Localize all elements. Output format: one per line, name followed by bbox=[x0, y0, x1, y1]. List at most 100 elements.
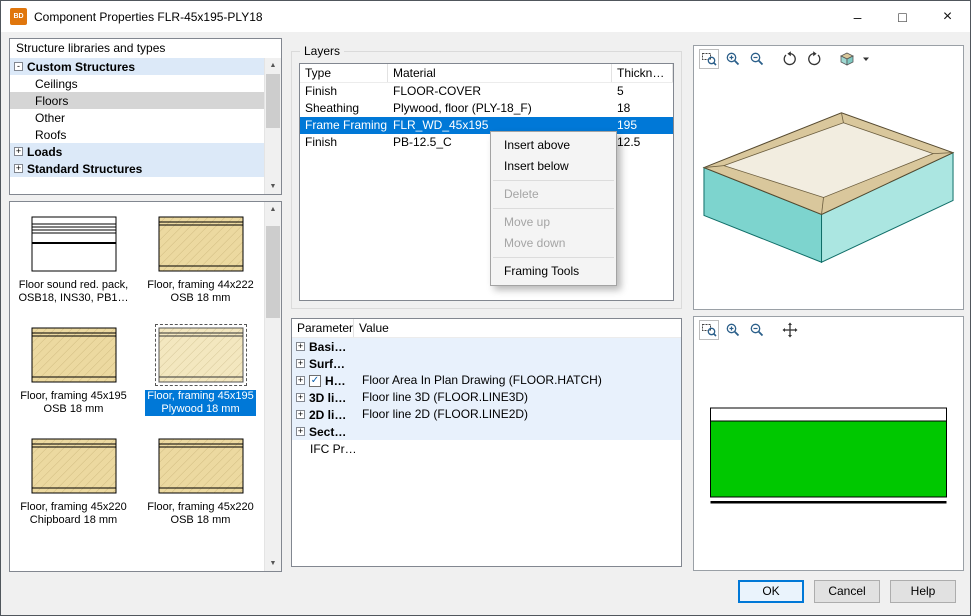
menu-item-move-up: Move up bbox=[491, 212, 616, 233]
zoom-in-icon[interactable] bbox=[723, 49, 743, 69]
checkbox-checked-icon[interactable]: ✓ bbox=[309, 375, 321, 387]
close-button[interactable]: × bbox=[925, 1, 970, 32]
preview-2d-canvas[interactable] bbox=[694, 342, 963, 570]
thumbnail-floor-framing-45x195-plywood[interactable]: Floor, framing 45x195 Plywood 18 mm bbox=[141, 327, 261, 416]
tree-rows: - Custom Structures Ceilings Floors Othe… bbox=[10, 58, 264, 194]
column-header-material[interactable]: Material bbox=[388, 64, 612, 82]
maximize-button[interactable]: □ bbox=[880, 1, 925, 32]
scroll-up-icon[interactable]: ▲ bbox=[265, 58, 281, 73]
column-header-parameter[interactable]: Parameter bbox=[292, 319, 354, 337]
title-bar[interactable]: BD Component Properties FLR-45x195-PLY18… bbox=[1, 1, 970, 32]
param-row-hatch[interactable]: + ✓ H… Floor Area In Plan Drawing (FLOOR… bbox=[292, 372, 681, 389]
cancel-button[interactable]: Cancel bbox=[814, 580, 880, 603]
dropdown-caret-icon[interactable] bbox=[861, 49, 871, 69]
thumbnail-floor-sound-pack[interactable]: Floor sound red. pack, OSB18, INS30, PB1… bbox=[14, 216, 134, 305]
preview-2d-toolbar bbox=[694, 317, 963, 342]
zoom-in-icon[interactable] bbox=[723, 320, 743, 340]
scroll-down-icon[interactable]: ▼ bbox=[265, 556, 281, 571]
collapse-icon[interactable]: - bbox=[14, 62, 23, 71]
thumbnail-floor-framing-44x222-osb[interactable]: Floor, framing 44x222 OSB 18 mm bbox=[141, 216, 261, 305]
zoom-out-icon[interactable] bbox=[747, 320, 767, 340]
help-button[interactable]: Help bbox=[890, 580, 956, 603]
menu-item-framing-tools[interactable]: Framing Tools bbox=[491, 261, 616, 282]
thumbnail-floor-framing-45x220-chipboard[interactable]: Floor, framing 45x220 Chipboard 18 mm bbox=[14, 438, 134, 527]
expand-icon[interactable]: + bbox=[296, 342, 305, 351]
expand-icon[interactable]: + bbox=[296, 393, 305, 402]
param-row-ifc-properties[interactable]: IFC Pr… bbox=[292, 440, 681, 457]
framed-floor-icon bbox=[31, 438, 117, 494]
tree-header: Structure libraries and types bbox=[10, 39, 281, 58]
pan-icon[interactable] bbox=[780, 320, 800, 340]
framed-floor-icon bbox=[31, 327, 117, 383]
parameters-header: Parameter Value bbox=[292, 319, 681, 338]
menu-item-insert-above[interactable]: Insert above bbox=[491, 135, 616, 156]
menu-separator bbox=[493, 180, 614, 181]
tree-item-roofs[interactable]: Roofs bbox=[10, 126, 264, 143]
preview-3d-pane bbox=[693, 45, 964, 310]
scrollbar-thumb[interactable] bbox=[266, 226, 280, 318]
layers-group-label: Layers bbox=[300, 44, 344, 58]
preview-3d-toolbar bbox=[694, 46, 963, 71]
render-mode-icon[interactable] bbox=[837, 49, 857, 69]
column-header-thickness[interactable]: Thickn… bbox=[612, 64, 673, 82]
menu-item-delete: Delete bbox=[491, 184, 616, 205]
layer-row-sheathing[interactable]: Sheathing Plywood, floor (PLY-18_F) 18 bbox=[300, 100, 673, 117]
preview-2d-pane bbox=[693, 316, 964, 571]
expand-icon[interactable]: + bbox=[296, 410, 305, 419]
param-row-3d-line[interactable]: + 3D li… Floor line 3D (FLOOR.LINE3D) bbox=[292, 389, 681, 406]
tree-item-standard-structures[interactable]: + Standard Structures bbox=[10, 160, 264, 177]
app-logo-icon: BD bbox=[10, 8, 27, 25]
structure-tree-panel: Structure libraries and types - Custom S… bbox=[9, 38, 282, 195]
tree-item-custom-structures[interactable]: - Custom Structures bbox=[10, 58, 264, 75]
scrollbar-thumb[interactable] bbox=[266, 74, 280, 128]
caption-controls: – □ × bbox=[835, 1, 970, 32]
expand-icon[interactable]: + bbox=[296, 359, 305, 368]
zoom-window-icon[interactable] bbox=[699, 320, 719, 340]
column-header-value[interactable]: Value bbox=[354, 319, 681, 337]
menu-item-move-down: Move down bbox=[491, 233, 616, 254]
thumbnail-floor-framing-45x195-osb[interactable]: Floor, framing 45x195 OSB 18 mm bbox=[14, 327, 134, 416]
tree-item-ceilings[interactable]: Ceilings bbox=[10, 75, 264, 92]
expand-icon[interactable]: + bbox=[14, 164, 23, 173]
expand-icon[interactable]: + bbox=[296, 427, 305, 436]
rotate-right-icon[interactable] bbox=[804, 49, 824, 69]
menu-separator bbox=[493, 208, 614, 209]
tree-scrollbar[interactable]: ▲ ▼ bbox=[264, 58, 281, 194]
library-scrollbar[interactable]: ▲ ▼ bbox=[264, 202, 281, 571]
menu-item-insert-below[interactable]: Insert below bbox=[491, 156, 616, 177]
expand-icon[interactable]: + bbox=[14, 147, 23, 156]
layers-table-header: Type Material Thickn… bbox=[300, 64, 673, 83]
ok-button[interactable]: OK bbox=[738, 580, 804, 603]
layer-row-frame-framing[interactable]: Frame Framing FLR_WD_45x195 195 bbox=[300, 117, 673, 134]
floor-slab-3d-model bbox=[694, 71, 963, 309]
window-title: Component Properties FLR-45x195-PLY18 bbox=[34, 10, 263, 24]
param-row-2d-line[interactable]: + 2D li… Floor line 2D (FLOOR.LINE2D) bbox=[292, 406, 681, 423]
thumbnail-grid: Floor sound red. pack, OSB18, INS30, PB1… bbox=[10, 202, 264, 571]
preview-3d-canvas[interactable] bbox=[694, 71, 963, 309]
floor-section-2d-drawing bbox=[694, 342, 963, 570]
param-row-surface[interactable]: + Surf… bbox=[292, 355, 681, 372]
tree-item-loads[interactable]: + Loads bbox=[10, 143, 264, 160]
layers-context-menu: Insert above Insert below Delete Move up… bbox=[490, 131, 617, 286]
thumbnail-floor-framing-45x220-osb[interactable]: Floor, framing 45x220 OSB 18 mm bbox=[141, 438, 261, 527]
layered-floor-icon bbox=[31, 216, 117, 272]
parameters-panel: Parameter Value + Basi… + Surf… + ✓ H… F… bbox=[291, 318, 682, 567]
column-header-type[interactable]: Type bbox=[300, 64, 388, 82]
tree-item-floors[interactable]: Floors bbox=[10, 92, 264, 109]
component-properties-dialog: BD Component Properties FLR-45x195-PLY18… bbox=[0, 0, 971, 616]
tree-item-other[interactable]: Other bbox=[10, 109, 264, 126]
expand-icon[interactable]: + bbox=[296, 376, 305, 385]
layers-groupbox: Layers Type Material Thickn… Finish FLOO… bbox=[291, 51, 682, 309]
layer-row-finish-bottom[interactable]: Finish PB-12.5_C 12.5 bbox=[300, 134, 673, 151]
zoom-out-icon[interactable] bbox=[747, 49, 767, 69]
scroll-down-icon[interactable]: ▼ bbox=[265, 179, 281, 194]
scroll-up-icon[interactable]: ▲ bbox=[265, 202, 281, 217]
rotate-left-icon[interactable] bbox=[780, 49, 800, 69]
param-row-section[interactable]: + Sect… bbox=[292, 423, 681, 440]
param-row-basic[interactable]: + Basi… bbox=[292, 338, 681, 355]
framed-floor-icon bbox=[158, 438, 244, 494]
structure-library-panel: Floor sound red. pack, OSB18, INS30, PB1… bbox=[9, 201, 282, 572]
layer-row-finish-top[interactable]: Finish FLOOR-COVER 5 bbox=[300, 83, 673, 100]
minimize-button[interactable]: – bbox=[835, 1, 880, 32]
zoom-window-icon[interactable] bbox=[699, 49, 719, 69]
